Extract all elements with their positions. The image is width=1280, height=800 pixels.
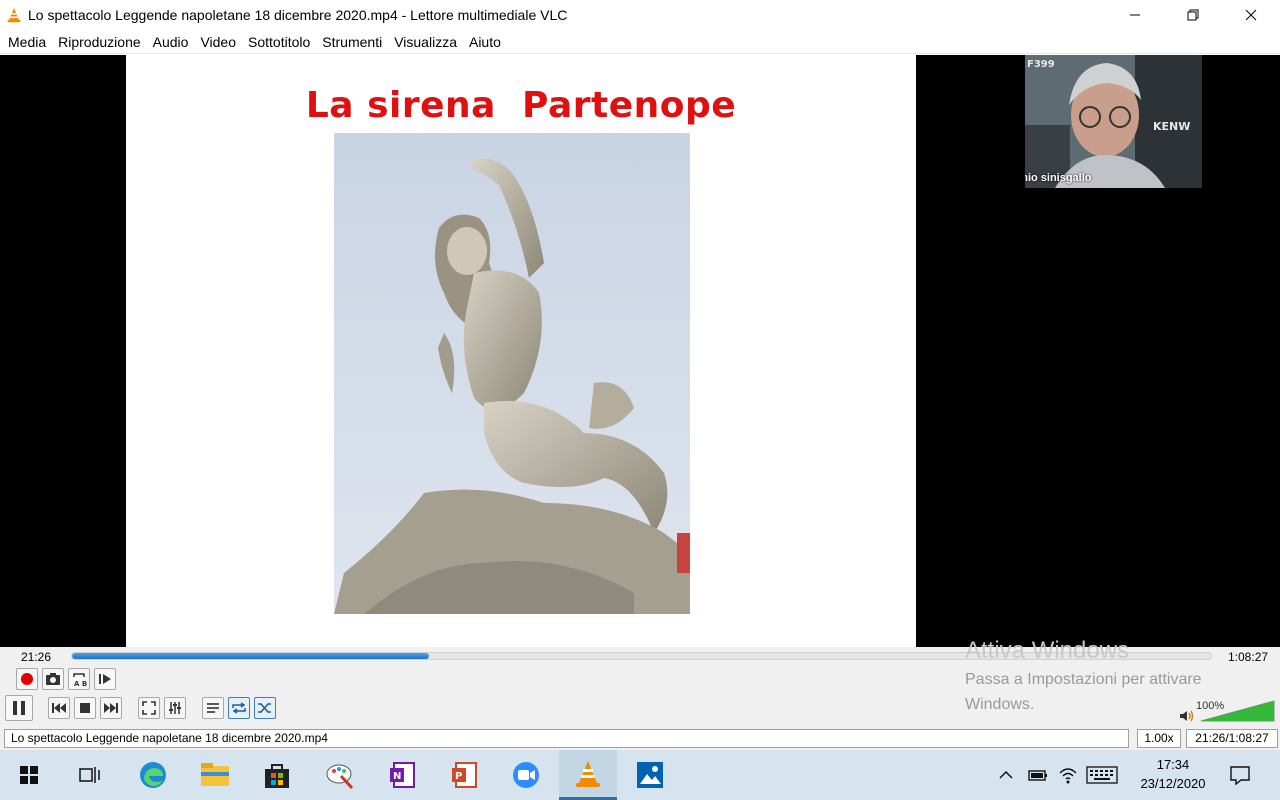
volume-slider[interactable] [1200,700,1275,722]
menu-audio[interactable]: Audio [149,34,193,50]
taskbar-photos[interactable] [621,750,679,800]
taskbar-paint[interactable] [311,750,369,800]
fullscreen-icon [142,701,156,715]
taskbar-zoom[interactable] [497,750,555,800]
menu-media[interactable]: Media [4,34,50,50]
frame-step-icon [99,674,111,684]
slide-title: La sirena Partenope [305,85,737,126]
webcam-overlay: F399 KENW antonio sinisgallo [1025,55,1202,188]
participant-video: F399 KENW [1025,55,1202,188]
seek-progress [72,653,429,659]
task-view-button[interactable] [61,750,119,800]
taskbar-store[interactable] [248,750,306,800]
svg-text:A B: A B [74,680,87,687]
previous-button[interactable] [48,697,70,719]
menu-strumenti[interactable]: Strumenti [318,34,386,50]
total-time: 1:08:27 [1228,650,1269,664]
camera-icon [46,673,60,685]
activation-line-2: Windows. [965,696,1035,713]
loop-button[interactable] [228,697,250,719]
status-bar: Lo spettacolo Leggende napoletane 18 dic… [0,727,1280,750]
record-icon [21,673,33,685]
webcam-logo-text: F399 [1027,59,1055,70]
extended-settings-button[interactable] [164,697,186,719]
ab-loop-button[interactable]: A B [68,668,90,690]
stop-button[interactable] [74,697,96,719]
minimize-button[interactable] [1106,0,1164,30]
chevron-up-icon[interactable] [998,767,1014,783]
edge-icon [140,762,166,788]
menu-aiuto[interactable]: Aiuto [465,34,505,50]
clock-date: 23/12/2020 [1140,776,1206,791]
notifications-icon[interactable] [1229,764,1251,786]
shuffle-button[interactable] [254,697,276,719]
pause-button[interactable] [5,695,33,721]
fullscreen-button[interactable] [138,697,160,719]
snapshot-button[interactable] [42,668,64,690]
next-icon [104,703,118,713]
keyboard-icon[interactable] [1086,766,1118,784]
restore-icon [1187,9,1199,21]
photos-icon [637,762,663,788]
task-view-icon [79,767,100,783]
windows-logo-icon [20,766,38,784]
mermaid-statue-image [334,133,690,614]
menu-bar: Media Riproduzione Audio Video Sottotito… [0,30,1280,54]
menu-riproduzione[interactable]: Riproduzione [54,34,145,50]
battery-icon[interactable] [1027,767,1049,783]
elapsed-time: 21:26 [21,650,52,664]
video-area[interactable]: La sirena Partenope F399 KENW io sinisga… [0,55,1280,647]
participant-name: antonio sinisgallo [1025,172,1092,184]
activation-title: Attiva Windows [965,637,1130,664]
speaker-icon[interactable] [1179,709,1195,723]
record-button[interactable] [16,668,38,690]
file-explorer-icon [201,763,229,786]
stop-icon [80,703,90,713]
status-time[interactable]: 21:26/1:08:27 [1186,729,1278,748]
taskbar-edge[interactable] [124,750,182,800]
presentation-slide: La sirena Partenope [126,55,916,647]
windows-taskbar: N P 17:34 23/12/2020 [0,750,1280,800]
restore-button[interactable] [1164,0,1222,30]
clock[interactable]: 17:34 23/12/2020 [1128,755,1218,793]
close-icon [1245,9,1257,21]
window-title: Lo spettacolo Leggende napoletane 18 dic… [28,7,568,23]
status-filename: Lo spettacolo Leggende napoletane 18 dic… [4,729,1129,748]
store-icon [265,764,289,788]
taskbar-powerpoint[interactable]: P [435,750,493,800]
minimize-icon [1130,14,1140,16]
wifi-icon[interactable] [1058,765,1078,785]
webcam-brand-text: KENW [1153,120,1190,133]
previous-icon [52,703,66,713]
paint-icon [326,764,354,790]
vlc-icon [576,760,600,787]
taskbar-vlc[interactable] [559,750,617,800]
playback-speed[interactable]: 1.00x [1137,729,1181,748]
zoom-icon [513,762,539,788]
title-bar: Lo spettacolo Leggende napoletane 18 dic… [0,0,1280,30]
shuffle-icon [258,703,271,713]
close-button[interactable] [1222,0,1280,30]
pause-icon [13,701,25,715]
menu-visualizza[interactable]: Visualizza [390,34,461,50]
menu-video[interactable]: Video [196,34,240,50]
equalizer-icon [169,702,181,714]
onenote-icon: N [390,762,415,788]
vlc-cone-icon [7,8,21,23]
taskbar-onenote[interactable]: N [373,750,431,800]
menu-sottotitolo[interactable]: Sottotitolo [244,34,314,50]
frame-step-button[interactable] [94,668,116,690]
playlist-icon [207,703,219,713]
loop-icon [232,702,246,714]
svg-text:N: N [393,771,401,782]
playlist-button[interactable] [202,697,224,719]
taskbar-file-explorer[interactable] [186,750,244,800]
activation-line-1: Passa a Impostazioni per attivare [965,671,1202,688]
ab-loop-icon: A B [73,673,87,687]
clock-time: 17:34 [1156,757,1190,772]
svg-text:P: P [455,771,462,782]
start-button[interactable] [0,750,58,800]
next-button[interactable] [100,697,122,719]
powerpoint-icon: P [452,762,477,788]
